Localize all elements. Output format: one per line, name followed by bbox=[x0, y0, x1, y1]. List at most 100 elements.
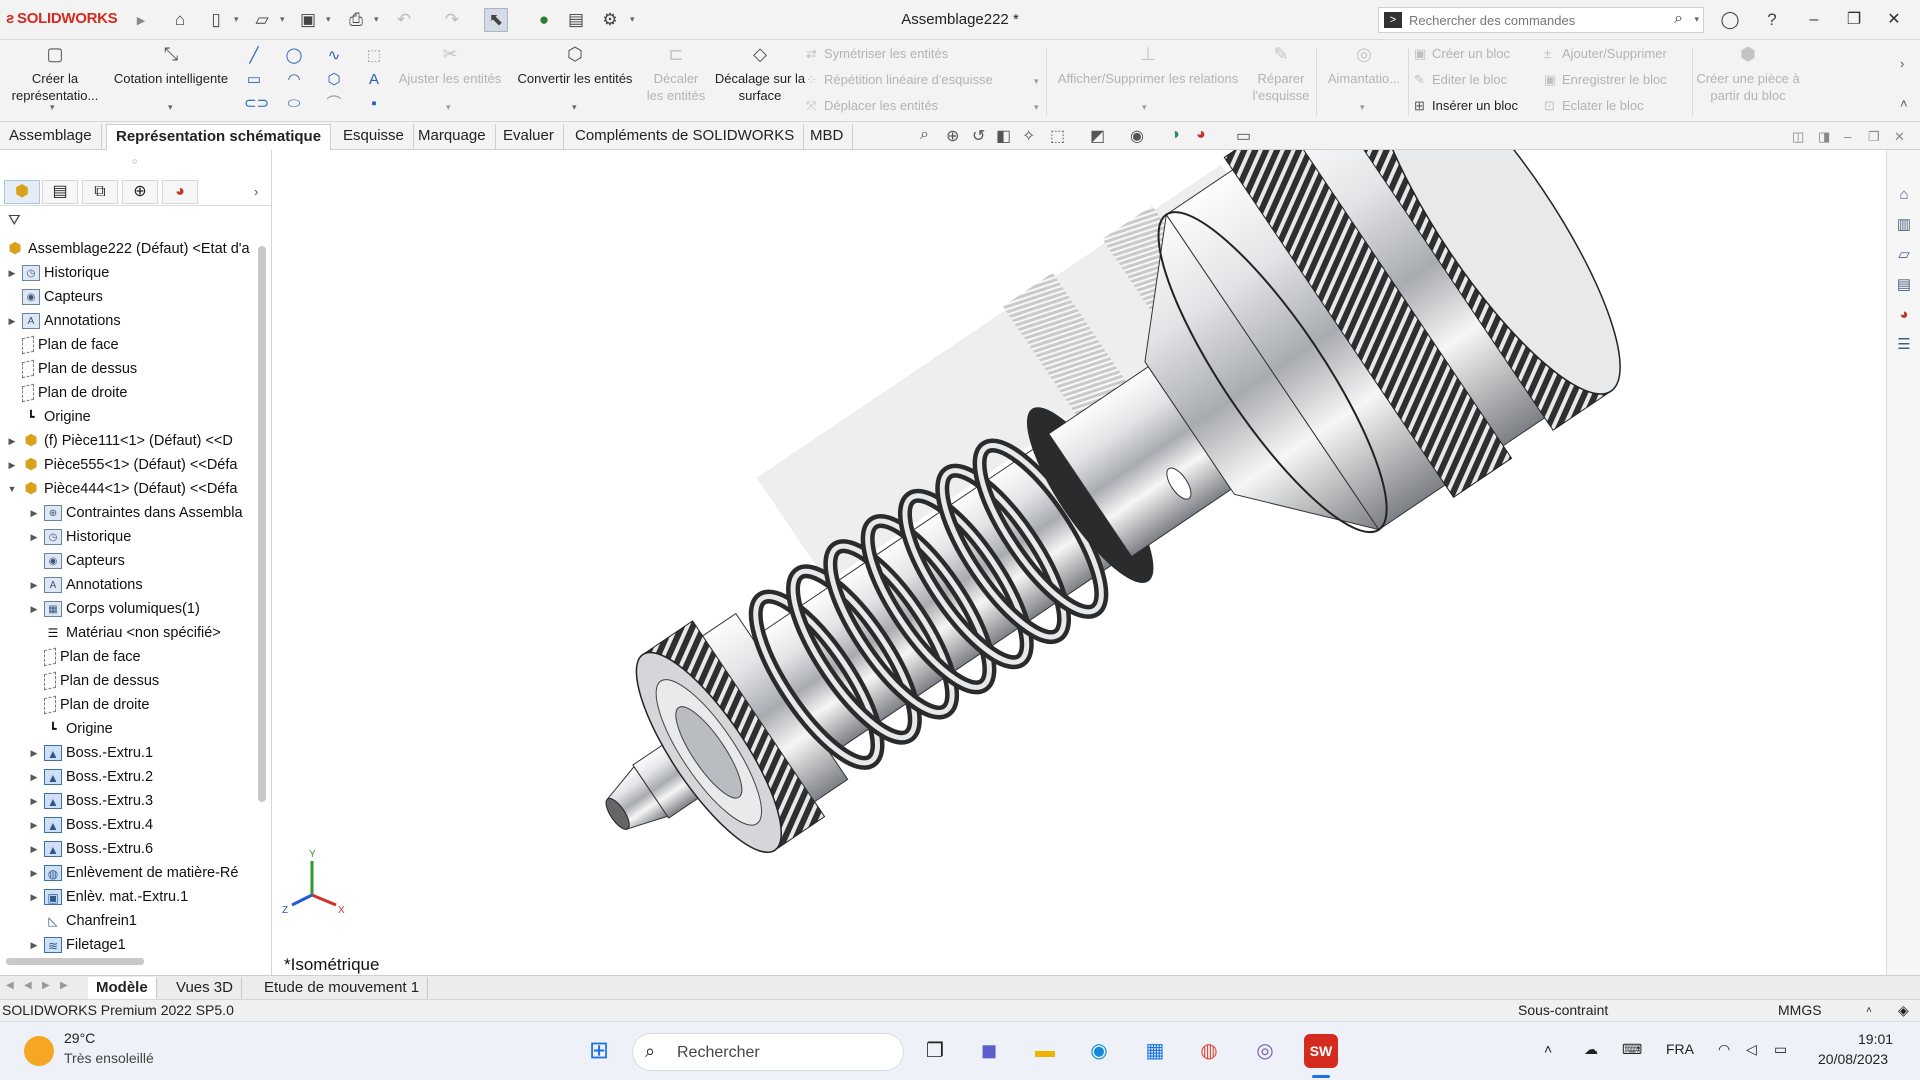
search-icon[interactable]: ⌕ bbox=[1674, 10, 1683, 28]
edit-block-button[interactable]: ✎ Editer le bloc bbox=[1414, 72, 1507, 88]
file-properties-icon[interactable]: ▤ bbox=[564, 8, 588, 32]
offset-entities-button[interactable]: ⊏ Décaler les entités bbox=[644, 45, 708, 104]
viewport-restore-icon[interactable]: ❐ bbox=[1868, 129, 1880, 145]
solidworks-taskbar-icon[interactable]: SW bbox=[1304, 1034, 1338, 1068]
tab-complements[interactable]: Compléments de SOLIDWORKS bbox=[566, 124, 805, 150]
text-icon[interactable]: A bbox=[364, 70, 384, 90]
tree-item-plan-de-face-sub[interactable]: Plan de face bbox=[28, 645, 141, 669]
tree-item-capteurs-sub[interactable]: ◉ Capteurs bbox=[28, 549, 125, 573]
property-manager-tab-icon[interactable]: ▤ bbox=[42, 180, 78, 204]
battery-icon[interactable]: ▭ bbox=[1774, 1041, 1787, 1058]
tree-vertical-scrollbar[interactable] bbox=[258, 246, 266, 802]
panel-grip-icon[interactable]: ○ bbox=[132, 156, 137, 166]
spline-icon[interactable]: ∿ bbox=[324, 46, 344, 66]
repair-sketch-button[interactable]: ✎ Réparer l'esquisse bbox=[1248, 45, 1314, 104]
design-library-icon[interactable]: ▥ bbox=[1893, 214, 1915, 236]
tree-item-boss-extru-6[interactable]: ▶ ▲ Boss.-Extru.6 bbox=[28, 837, 153, 861]
expand-arrow-icon[interactable]: ▶ bbox=[6, 429, 18, 453]
move-entities-button[interactable]: ⤧ Déplacer les entités bbox=[806, 98, 938, 114]
tree-root-assembly[interactable]: ⬢ Assemblage222 (Défaut) <Etat d'a bbox=[2, 237, 249, 261]
view-settings-icon[interactable]: ▭ bbox=[1236, 126, 1251, 146]
tab-mbd[interactable]: MBD bbox=[801, 124, 854, 150]
tree-item-enlev-mat-extru-1[interactable]: ▶ ▣ Enlèv. mat.-Extru.1 bbox=[28, 885, 188, 909]
tree-item-plan-de-droite[interactable]: Plan de droite bbox=[6, 381, 127, 405]
display-relations-button[interactable]: ⊥ Afficher/Supprimer les relations bbox=[1052, 45, 1244, 87]
expand-arrow-icon[interactable]: ▶ bbox=[28, 501, 40, 525]
tree-item-enlevement-revolution[interactable]: ▶ ◍ Enlèvement de matière-Ré bbox=[28, 861, 238, 885]
tab-marquage[interactable]: Marquage bbox=[409, 124, 496, 150]
chevron-down-icon[interactable]: ▾ bbox=[446, 102, 451, 113]
tree-item-boss-extru-4[interactable]: ▶ ▲ Boss.-Extru.4 bbox=[28, 813, 153, 837]
tree-item-filetage1[interactable]: ▶ ≋ Filetage1 bbox=[28, 933, 126, 957]
task-view-icon[interactable]: ❐ bbox=[918, 1034, 952, 1068]
chevron-down-icon[interactable]: ▾ bbox=[374, 14, 379, 25]
quick-snaps-button[interactable]: ◎ Aimantatio... bbox=[1320, 45, 1408, 87]
create-block-button[interactable]: ▣ Créer un bloc bbox=[1414, 46, 1510, 62]
edit-appearance-icon[interactable]: ◑ bbox=[1170, 126, 1180, 144]
tab-esquisse[interactable]: Esquisse bbox=[334, 124, 414, 150]
volume-icon[interactable]: ◁ bbox=[1746, 1041, 1757, 1058]
previous-view-icon[interactable]: ↺ bbox=[972, 126, 985, 146]
configuration-manager-tab-icon[interactable]: ⧉ bbox=[82, 180, 118, 204]
expand-arrow-icon[interactable]: ▶ bbox=[28, 597, 40, 621]
taskbar-search-box[interactable]: ⌕ Rechercher bbox=[632, 1033, 904, 1071]
weather-temperature[interactable]: 29°C bbox=[64, 1030, 95, 1046]
polygon-icon[interactable]: ⬡ bbox=[324, 70, 344, 90]
clock-time[interactable]: 19:01 bbox=[1858, 1031, 1893, 1047]
hide-show-items-icon[interactable]: ◉ bbox=[1130, 126, 1144, 146]
explode-block-button[interactable]: ⊡ Eclater le bloc bbox=[1544, 98, 1644, 114]
expand-arrow-icon[interactable]: ▶ bbox=[28, 885, 40, 909]
home-icon[interactable]: ⌂ bbox=[168, 8, 192, 32]
tab-representation-schematique[interactable]: Représentation schématique bbox=[106, 124, 332, 150]
construction-geometry-icon[interactable]: ⬚ bbox=[364, 46, 384, 66]
tree-item-contraintes[interactable]: ▶ ⊕ Contraintes dans Assembla bbox=[28, 501, 243, 525]
tree-item-piece444[interactable]: ▼ ⬢ Pièce444<1> (Défaut) <<Défa bbox=[6, 477, 238, 501]
teams-chat-icon[interactable]: ◼ bbox=[972, 1034, 1006, 1068]
select-pointer-icon[interactable]: ⬉ bbox=[484, 8, 508, 32]
solidworks-resources-icon[interactable]: ⌂ bbox=[1893, 184, 1915, 206]
display-style-icon[interactable]: ◩ bbox=[1090, 126, 1105, 146]
last-tab-icon[interactable]: ▶ bbox=[60, 980, 68, 991]
tree-item-boss-extru-2[interactable]: ▶ ▲ Boss.-Extru.2 bbox=[28, 765, 153, 789]
collapse-arrow-icon[interactable]: ▼ bbox=[6, 477, 18, 501]
new-document-icon[interactable]: ▯ bbox=[204, 8, 228, 32]
dimxpert-tab-icon[interactable]: ⊕ bbox=[122, 180, 158, 204]
linear-sketch-pattern-button[interactable]: ⁘ Répétition linéaire d'esquisse bbox=[806, 72, 993, 88]
command-search-box[interactable]: > Rechercher des commandes ⌕ ▾ bbox=[1378, 7, 1704, 33]
chrome-browser-icon[interactable]: ◍ bbox=[1192, 1034, 1226, 1068]
insert-block-button[interactable]: ⊞ Insérer un bloc bbox=[1414, 98, 1518, 114]
offset-on-surface-button[interactable]: ◇ Décalage sur la surface bbox=[712, 45, 808, 104]
expand-arrow-icon[interactable]: ▶ bbox=[6, 309, 18, 333]
add-remove-block-button[interactable]: ± Ajouter/Supprimer bbox=[1544, 46, 1667, 61]
fillet-icon[interactable]: ⌒ bbox=[324, 94, 344, 114]
undo-icon[interactable]: ↶ bbox=[392, 8, 416, 32]
ellipse-icon[interactable]: ⬭ bbox=[284, 94, 304, 114]
open-file-icon[interactable]: ▱ bbox=[250, 8, 274, 32]
expand-arrow-icon[interactable]: ▶ bbox=[28, 525, 40, 549]
viewport-close-icon[interactable]: ✕ bbox=[1894, 129, 1905, 145]
solidworks-logo[interactable]: ƨ SOLIDWORKS bbox=[6, 10, 118, 27]
tree-item-plan-de-dessus[interactable]: Plan de dessus bbox=[6, 357, 137, 381]
chevron-down-icon[interactable]: ▾ bbox=[1142, 102, 1147, 113]
chevron-down-icon[interactable]: ▾ bbox=[326, 14, 331, 25]
expand-arrow-icon[interactable]: ▶ bbox=[6, 261, 18, 285]
help-icon[interactable]: ? bbox=[1760, 8, 1784, 32]
tree-item-piece555[interactable]: ▶ ⬢ Pièce555<1> (Défaut) <<Défa bbox=[6, 453, 238, 477]
tree-item-origine[interactable]: ┗ Origine bbox=[6, 405, 90, 429]
expand-arrow-icon[interactable]: ▶ bbox=[28, 765, 40, 789]
panel-expand-arrow-icon[interactable]: › bbox=[254, 184, 258, 199]
unit-system-selector[interactable]: MMGS bbox=[1778, 1000, 1822, 1021]
make-part-from-block-button[interactable]: ⬢ Créer une pièce à partir du bloc bbox=[1696, 45, 1800, 104]
expand-arrow-icon[interactable]: ▶ bbox=[28, 573, 40, 597]
tree-item-capteurs[interactable]: ◉ Capteurs bbox=[6, 285, 103, 309]
viewport-split-icon[interactable]: ◫ bbox=[1792, 129, 1804, 145]
chevron-down-icon[interactable]: ▾ bbox=[1034, 102, 1039, 113]
tree-item-annotations[interactable]: ▶ A Annotations bbox=[6, 309, 121, 333]
graphics-area[interactable]: Y X Z *Isométrique bbox=[272, 150, 1886, 975]
weather-description[interactable]: Très ensoleillé bbox=[64, 1050, 154, 1066]
create-representation-button[interactable]: ▢ Créer la représentatio... bbox=[6, 45, 104, 104]
dynamic-annotation-icon[interactable]: ✧ bbox=[1022, 126, 1035, 146]
line-icon[interactable]: ╱ bbox=[244, 46, 264, 66]
viewport-tile-icon[interactable]: ◨ bbox=[1818, 129, 1830, 145]
tree-item-annotations-sub[interactable]: ▶ A Annotations bbox=[28, 573, 143, 597]
